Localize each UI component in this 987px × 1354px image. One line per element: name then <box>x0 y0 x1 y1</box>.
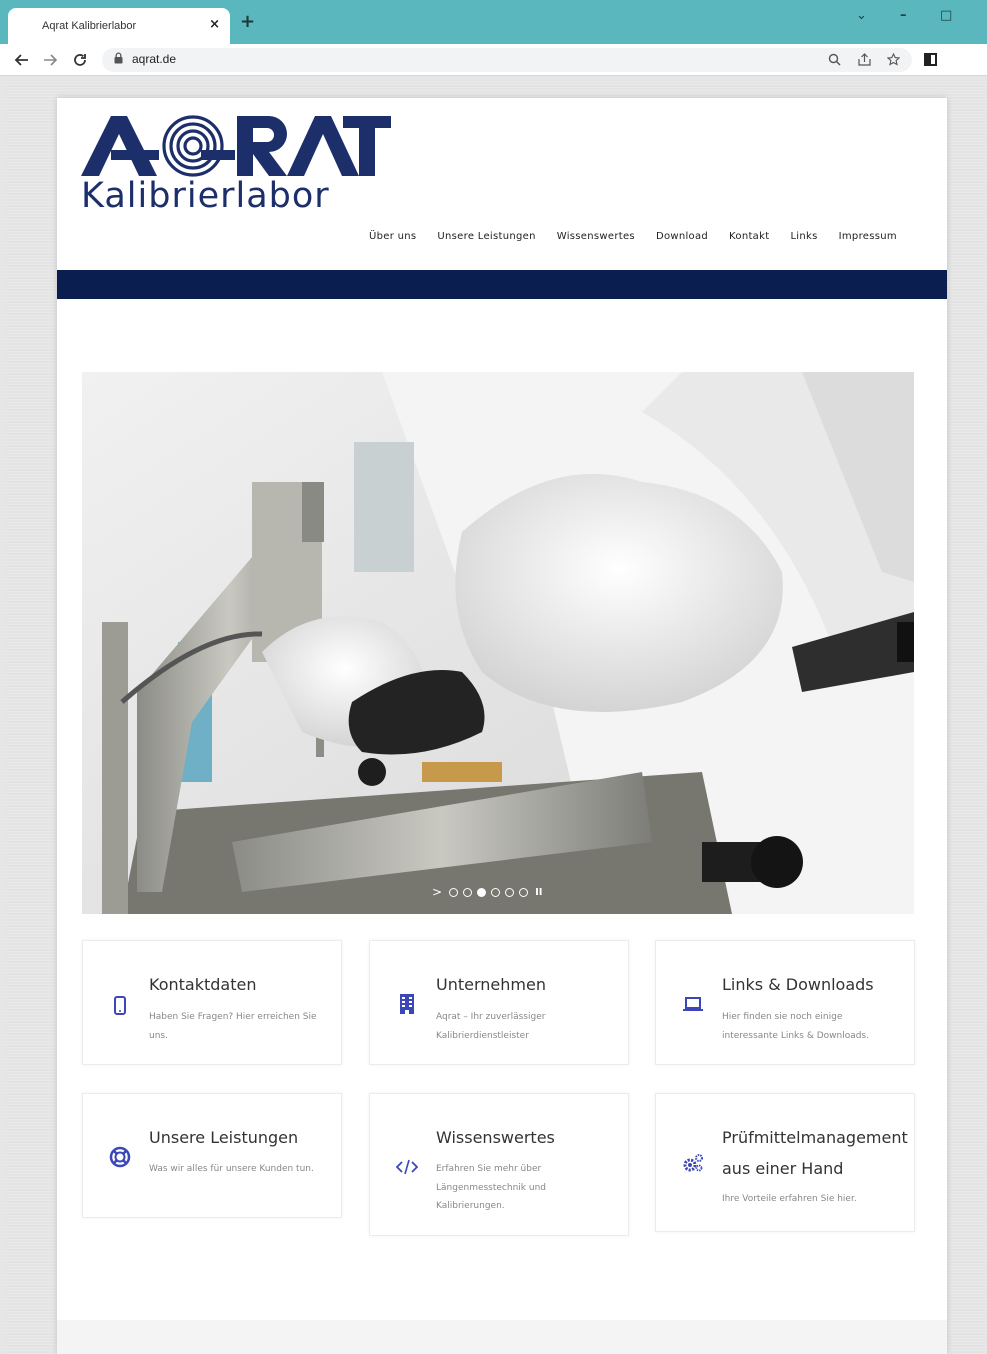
slider-next-icon[interactable]: > <box>432 886 442 898</box>
lifebuoy-icon <box>109 1146 131 1168</box>
gears-icon <box>683 1154 703 1172</box>
share-icon[interactable] <box>858 53 871 66</box>
nav-item-download[interactable]: Download <box>656 231 708 242</box>
code-icon <box>396 1159 418 1175</box>
slider-pagination: > II <box>432 886 543 898</box>
extension-icon[interactable] <box>924 53 937 66</box>
reload-icon[interactable] <box>72 52 88 68</box>
back-icon[interactable] <box>14 52 30 68</box>
feature-title: Kontaktdaten <box>149 975 257 994</box>
tab-search-dropdown-icon[interactable]: ⌄ <box>856 8 867 23</box>
browser-tab[interactable]: Aqrat Kalibrierlabor × <box>8 8 230 44</box>
slider-dot[interactable] <box>491 888 501 897</box>
feature-text: Haben Sie Fragen? Hier erreichen Sie uns… <box>149 1012 317 1041</box>
lock-icon[interactable] <box>114 52 123 64</box>
hero-image <box>82 372 914 914</box>
feature-box-unsere-leistungen[interactable]: Unsere Leistungen Was wir alles für unse… <box>82 1093 342 1218</box>
new-tab-button[interactable]: + <box>240 13 255 31</box>
feature-title: Unternehmen <box>436 975 546 994</box>
mobile-phone-icon <box>114 996 126 1015</box>
hero-slider[interactable]: > II <box>82 372 914 914</box>
feature-title: Prüfmittelmanagement aus einer Hand <box>722 1128 908 1178</box>
feature-text: Ihre Vorteile erfahren Sie hier. <box>722 1194 857 1204</box>
page-viewport: Kalibrierlabor Über uns Unsere Leistunge… <box>5 77 987 1354</box>
url-text[interactable]: aqrat.de <box>132 52 176 66</box>
slider-dot[interactable] <box>505 888 515 897</box>
browser-tab-strip: Aqrat Kalibrierlabor × + ⌄ – □ <box>0 0 987 44</box>
slider-dot[interactable] <box>463 888 473 897</box>
nav-item-impressum[interactable]: Impressum <box>839 231 897 242</box>
feature-title: Unsere Leistungen <box>149 1128 299 1147</box>
zoom-icon[interactable] <box>828 53 841 66</box>
nav-item-ueber-uns[interactable]: Über uns <box>369 231 416 242</box>
slider-dot[interactable] <box>449 888 459 897</box>
feature-title: Wissenswertes <box>436 1128 555 1147</box>
feature-text: Was wir alles für unsere Kunden tun. <box>149 1164 314 1174</box>
tab-title: Aqrat Kalibrierlabor <box>42 20 137 32</box>
slider-dot-active[interactable] <box>477 888 487 897</box>
laptop-icon <box>683 997 703 1011</box>
nav-item-links[interactable]: Links <box>790 231 817 242</box>
maximize-window-button[interactable]: □ <box>940 8 952 23</box>
feature-title: Links & Downloads <box>722 975 874 994</box>
logo-subtitle: Kalibrierlabor <box>81 176 330 216</box>
feature-box-unternehmen[interactable]: Unternehmen Aqrat – Ihr zuverlässiger Ka… <box>369 940 629 1065</box>
feature-text: Hier finden sie noch einige interessante… <box>722 1012 869 1041</box>
footer-area <box>57 1320 947 1354</box>
address-bar[interactable]: aqrat.de <box>102 48 912 72</box>
browser-toolbar: aqrat.de <box>0 44 987 76</box>
feature-text: Aqrat – Ihr zuverlässiger Kalibrierdiens… <box>436 1012 546 1041</box>
slider-pause-icon[interactable]: II <box>535 888 542 898</box>
forward-icon[interactable] <box>42 52 58 68</box>
logo-graphic <box>81 115 391 177</box>
feature-text: Erfahren Sie mehr über Längenmesstechnik… <box>436 1164 546 1211</box>
building-icon <box>400 994 414 1014</box>
minimize-window-button[interactable]: – <box>900 8 907 23</box>
nav-item-unsere-leistungen[interactable]: Unsere Leistungen <box>437 231 535 242</box>
feature-box-pruefmittelmanagement[interactable]: Prüfmittelmanagement aus einer Hand Ihre… <box>655 1093 915 1232</box>
nav-item-kontakt[interactable]: Kontakt <box>729 231 769 242</box>
tab-close-icon[interactable]: × <box>209 17 220 32</box>
page-container: Kalibrierlabor Über uns Unsere Leistunge… <box>57 98 947 1354</box>
feature-box-wissenswertes[interactable]: Wissenswertes Erfahren Sie mehr über Län… <box>369 1093 629 1236</box>
main-navigation: Über uns Unsere Leistungen Wissenswertes… <box>369 231 897 242</box>
feature-box-kontaktdaten[interactable]: Kontaktdaten Haben Sie Fragen? Hier erre… <box>82 940 342 1065</box>
bookmark-star-icon[interactable] <box>887 53 900 66</box>
nav-item-wissenswertes[interactable]: Wissenswertes <box>557 231 635 242</box>
slider-dot[interactable] <box>519 888 529 897</box>
header-blue-bar <box>57 270 947 299</box>
feature-box-links-downloads[interactable]: Links & Downloads Hier finden sie noch e… <box>655 940 915 1065</box>
